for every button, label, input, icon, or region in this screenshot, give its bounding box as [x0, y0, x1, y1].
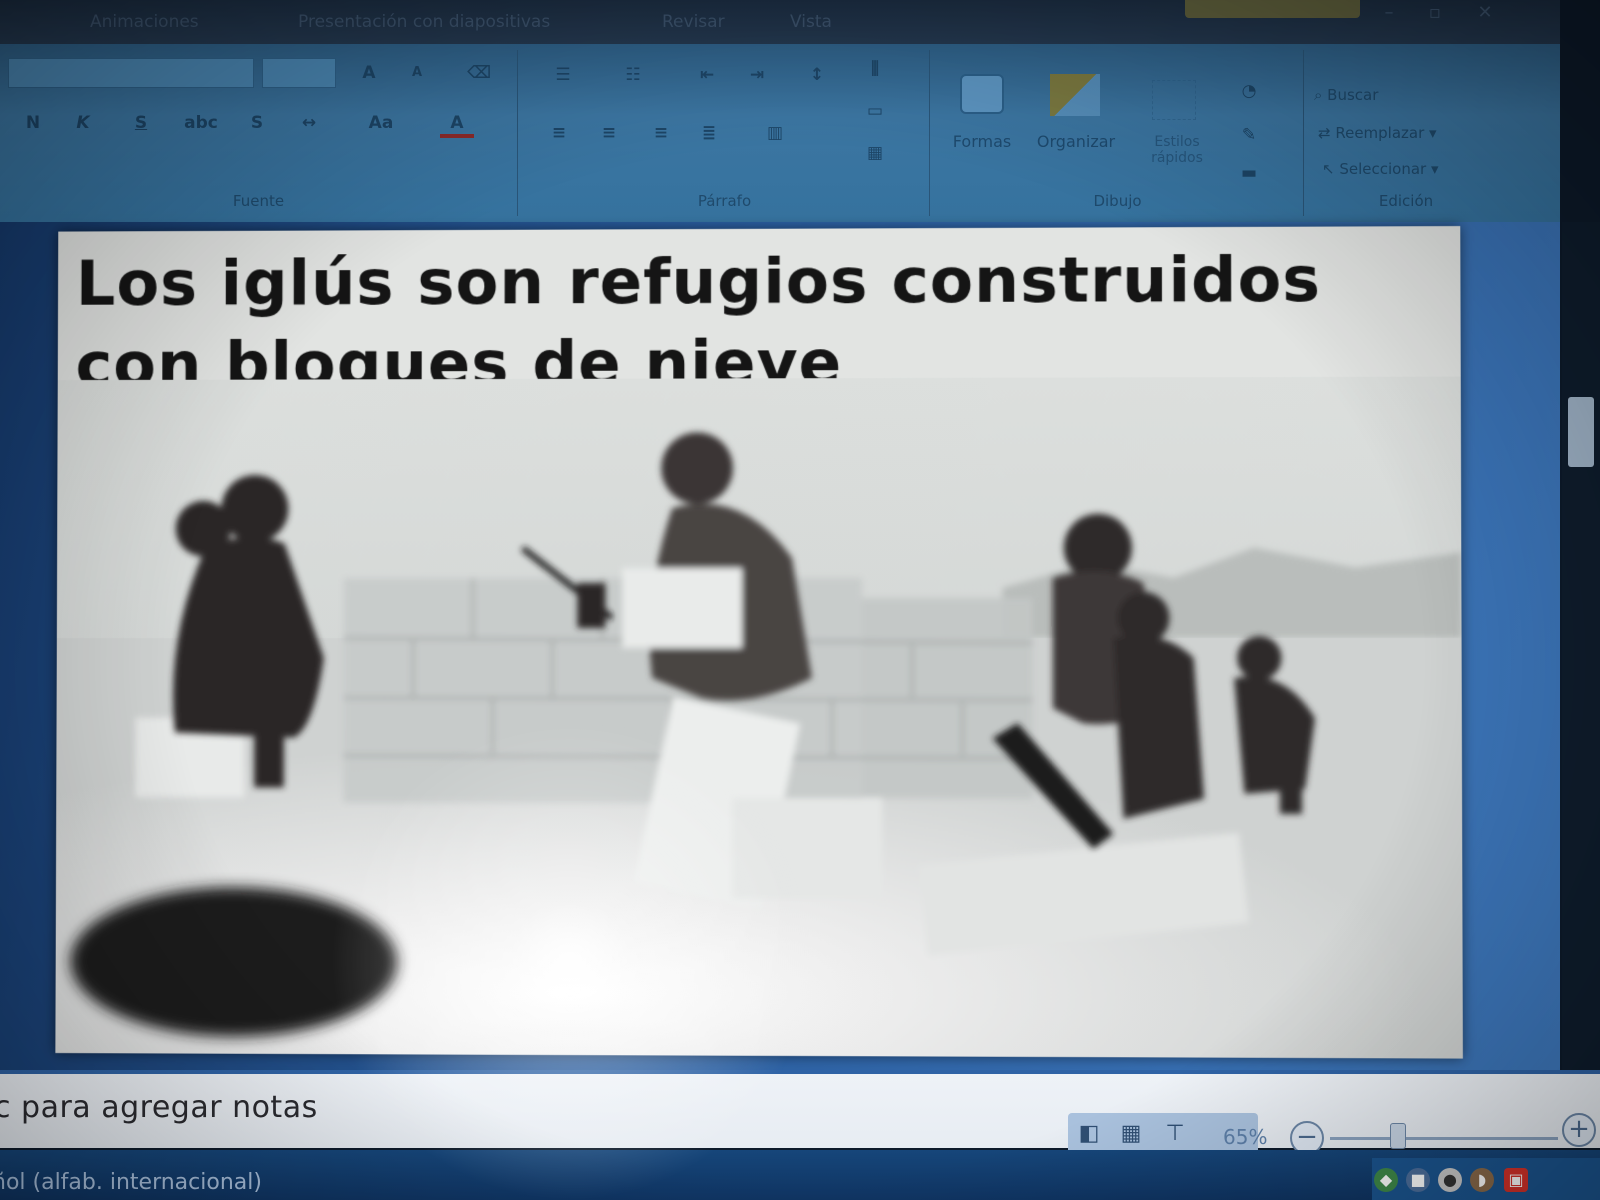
igloo-photo[interactable]	[55, 376, 1463, 1059]
antivirus-icon[interactable]: ▣	[1504, 1168, 1528, 1192]
slide-title-line-1: Los iglús son refugios construidos	[75, 242, 1322, 320]
bold-button[interactable]: N	[16, 108, 50, 138]
scrollbar-thumb[interactable]	[1568, 397, 1594, 467]
shapes-icon[interactable]	[960, 74, 1004, 114]
tab-presentacion[interactable]: Presentación con diapositivas	[298, 12, 550, 32]
ribbon: A A ⌫ N K S abc S ↔ Aa A Fuente ☰ ☷ ⇤ ⇥ …	[0, 44, 1560, 222]
change-case-button[interactable]: Aa	[364, 108, 398, 138]
columns-icon[interactable]: ▥	[750, 118, 800, 148]
arrange-label[interactable]: Organizar	[1030, 132, 1122, 151]
title-highlight	[1185, 0, 1360, 18]
outline-icon[interactable]: ✎	[1232, 120, 1266, 150]
align-right-icon[interactable]: ≡	[644, 118, 678, 148]
find-label: Buscar	[1327, 86, 1379, 104]
taskbar: ñol (alfab. internacional) ◆ ■ ● ◗ ▣	[0, 1150, 1600, 1200]
justify-icon[interactable]: ≣	[692, 118, 726, 148]
grow-font-button[interactable]: A	[352, 58, 386, 88]
system-tray: ◆ ■ ● ◗ ▣	[1372, 1158, 1600, 1200]
quick-styles-icon[interactable]	[1152, 80, 1196, 120]
font-group-label: Fuente	[232, 192, 285, 210]
editing-group-label: Edición	[1378, 192, 1434, 210]
drawing-group-label: Dibujo	[1093, 192, 1142, 210]
clear-format-icon[interactable]: ⌫	[462, 58, 496, 88]
smartart-icon[interactable]: ▦	[858, 138, 892, 168]
decrease-indent-icon[interactable]: ⇤	[690, 60, 724, 90]
line-spacing-icon[interactable]: ↕	[792, 60, 842, 90]
font-name-combo[interactable]	[8, 58, 254, 88]
maximize-icon[interactable]: ▫	[1418, 2, 1452, 24]
zoom-slider[interactable]	[1330, 1137, 1558, 1140]
spacing-icon[interactable]: ↔	[292, 108, 326, 138]
tab-vista[interactable]: Vista	[790, 12, 832, 32]
find-button[interactable]: ⌕ Buscar	[1314, 86, 1378, 104]
strikethrough-icon[interactable]: abc	[184, 108, 218, 138]
quick-styles-label[interactable]: Estilos rápidos	[1132, 134, 1222, 166]
minimize-icon[interactable]: –	[1372, 2, 1406, 24]
tab-revisar[interactable]: Revisar	[662, 12, 725, 32]
replace-icon: ⇄	[1318, 124, 1336, 142]
font-group: A A ⌫ N K S abc S ↔ Aa A Fuente	[0, 50, 518, 216]
increase-indent-icon[interactable]: ⇥	[740, 60, 774, 90]
fill-icon[interactable]: ◔	[1232, 76, 1266, 106]
shapes-label[interactable]: Formas	[942, 132, 1022, 151]
disk-icon[interactable]: ●	[1438, 1168, 1462, 1192]
font-size-combo[interactable]	[262, 58, 336, 88]
editing-group: ⌕ Buscar ⇄ Reemplazar ▾ ↖ Seleccionar ▾ …	[1306, 50, 1506, 216]
text-direction-icon[interactable]: ⫼	[858, 54, 892, 84]
zoom-level[interactable]: 65%	[1223, 1125, 1267, 1149]
numbering-icon[interactable]: ☷	[608, 60, 658, 90]
effects-icon[interactable]: ▬	[1232, 158, 1266, 188]
ribbon-tab-bar: Animaciones Presentación con diapositiva…	[0, 0, 1560, 44]
devices-icon[interactable]: ■	[1406, 1168, 1430, 1192]
shrink-font-button[interactable]: A	[400, 58, 434, 88]
replace-label: Reemplazar	[1335, 124, 1425, 142]
slide-sorter-icon[interactable]: ▦	[1116, 1121, 1146, 1149]
drawing-group: Formas Organizar Estilos rápidos ◔ ✎ ▬ D…	[932, 50, 1304, 216]
select-label: Seleccionar	[1339, 160, 1427, 178]
slideshow-icon[interactable]: ⊤	[1160, 1121, 1190, 1149]
font-color-button[interactable]: A	[440, 108, 474, 138]
fur-bundle	[70, 886, 398, 1038]
zoom-in-icon[interactable]: +	[1562, 1113, 1596, 1147]
paragraph-group: ☰ ☷ ⇤ ⇥ ↕ ⫼ ▭ ▦ ≡ ≡ ≡ ≣ ▥ Párrafo	[520, 50, 930, 216]
bullets-icon[interactable]: ☰	[538, 60, 588, 90]
normal-view-icon[interactable]: ◧	[1074, 1121, 1104, 1149]
arrange-icon[interactable]	[1050, 74, 1100, 116]
cursor-icon: ↖	[1322, 160, 1340, 178]
slide-canvas[interactable]: Los iglús son refugios construidos con b…	[55, 226, 1463, 1059]
binoculars-icon: ⌕	[1314, 86, 1328, 104]
replace-button[interactable]: ⇄ Reemplazar ▾	[1318, 124, 1437, 142]
close-icon[interactable]: ✕	[1468, 2, 1502, 24]
vertical-scrollbar[interactable]	[1562, 222, 1600, 1070]
underline-button[interactable]: S	[124, 108, 158, 138]
tab-animaciones[interactable]: Animaciones	[90, 12, 199, 32]
status-bar: ◧ ▦ ⊤ 65% − +	[0, 1105, 1600, 1157]
italic-button[interactable]: K	[66, 108, 100, 138]
network-icon[interactable]: ◆	[1374, 1168, 1398, 1192]
shadow-icon[interactable]: S	[240, 108, 274, 138]
select-button[interactable]: ↖ Seleccionar ▾	[1322, 160, 1439, 178]
zoom-slider-thumb[interactable]	[1390, 1123, 1407, 1149]
align-left-icon[interactable]: ≡	[542, 118, 576, 148]
align-center-icon[interactable]: ≡	[592, 118, 626, 148]
align-text-icon[interactable]: ▭	[858, 96, 892, 126]
volume-icon[interactable]: ◗	[1470, 1168, 1494, 1192]
paragraph-group-label: Párrafo	[697, 192, 752, 210]
language-indicator[interactable]: ñol (alfab. internacional)	[0, 1170, 262, 1195]
